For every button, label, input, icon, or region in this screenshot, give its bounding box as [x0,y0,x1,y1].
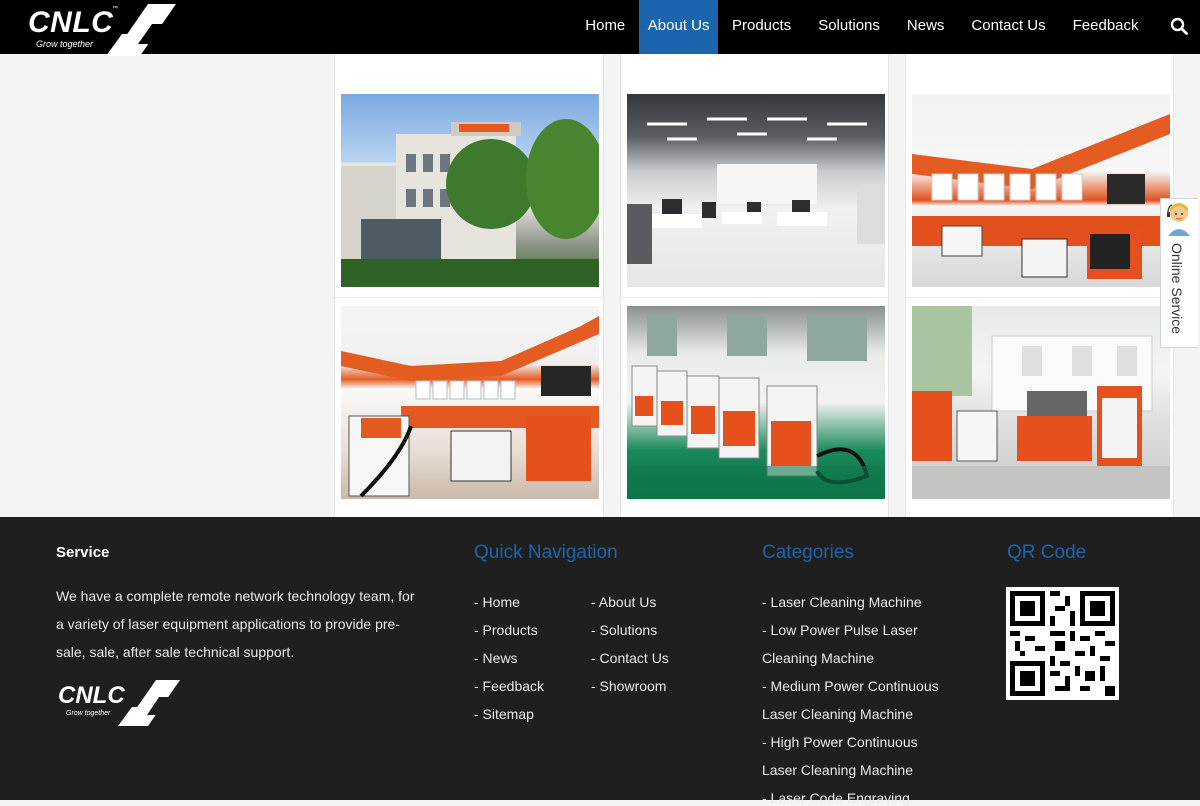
categories-title: Categories [762,542,854,563]
site-logo[interactable]: CNLC ™ Grow together [26,4,176,56]
logo-text: CNLC [28,6,114,39]
main-nav: Home About Us Products Solutions News Co… [572,0,1152,54]
footer-link-home[interactable]: - Home [474,594,520,610]
footer-link-about-us[interactable]: - About Us [591,594,656,610]
search-icon[interactable] [1170,17,1188,35]
category-link-high-power-cont[interactable]: Laser Cleaning Machine [762,762,913,778]
footer-logo-tagline: Grow together [66,710,111,717]
gallery-card[interactable] [905,297,1174,520]
nav-contact-us[interactable]: Contact Us [958,0,1059,54]
category-link-laser-cleaning[interactable]: - Laser Cleaning Machine [762,594,922,610]
footer-link-products[interactable]: - Products [474,622,538,638]
online-service-label: Online Service [1169,243,1185,335]
category-link-laser-code-engraving[interactable]: - Laser Code Engraving [762,790,910,806]
footer-logo-text: CNLC [58,682,125,709]
nav-about-us[interactable]: About Us [638,0,719,54]
office-interior-photo [627,94,885,287]
nav-feedback[interactable]: Feedback [1059,0,1152,54]
category-link-medium-power-cont[interactable]: Laser Cleaning Machine [762,706,913,722]
footer-link-showroom[interactable]: - Showroom [591,678,666,694]
logo-tagline: Grow together [36,39,94,49]
footer-link-sitemap[interactable]: - Sitemap [474,706,534,722]
gallery-card[interactable] [334,34,604,298]
main-content [0,34,1200,520]
customer-service-avatar-icon [1167,203,1190,236]
category-link-low-power[interactable]: - Low Power Pulse Laser [762,622,918,638]
service-title: Service [56,544,110,561]
logo-mark-icon [118,680,180,726]
gallery-card[interactable] [905,34,1174,298]
logo-mark-icon [106,4,176,56]
qr-code-title: QR Code [1007,542,1087,563]
factory-production-line-photo [627,306,885,499]
nav-news[interactable]: News [893,0,958,54]
showroom-photo [912,94,1170,287]
footer-link-feedback[interactable]: - Feedback [474,678,544,694]
gallery-card[interactable] [620,34,889,298]
category-link-medium-power[interactable]: - Medium Power Continuous [762,678,939,694]
photo-gallery [334,34,1176,520]
footer-logo[interactable]: CNLC Grow together [56,680,186,728]
online-service-tab[interactable]: Online Service [1160,198,1198,348]
nav-products[interactable]: Products [718,0,804,54]
site-header: CNLC ™ Grow together Home About Us Produ… [0,0,1200,56]
quick-navigation-title: Quick Navigation [474,542,618,563]
gallery-card[interactable] [334,297,604,520]
nav-home[interactable]: Home [572,0,639,54]
workshop-machines-photo [912,306,1170,499]
service-description: We have a complete remote network techno… [56,588,415,660]
footer-link-contact-us[interactable]: - Contact Us [591,650,669,666]
gallery-card[interactable] [620,297,889,520]
nav-solutions[interactable]: Solutions [805,0,894,54]
company-building-photo [341,94,599,287]
category-link-high-power[interactable]: - High Power Continuous [762,734,918,750]
qr-code-image [1006,587,1119,700]
showroom-machines-photo [341,306,599,499]
footer-link-news[interactable]: - News [474,650,518,666]
category-link-low-power-cont[interactable]: Cleaning Machine [762,650,874,666]
site-footer: Service We have a complete remote networ… [0,517,1200,806]
footer-link-solutions[interactable]: - Solutions [591,622,657,638]
